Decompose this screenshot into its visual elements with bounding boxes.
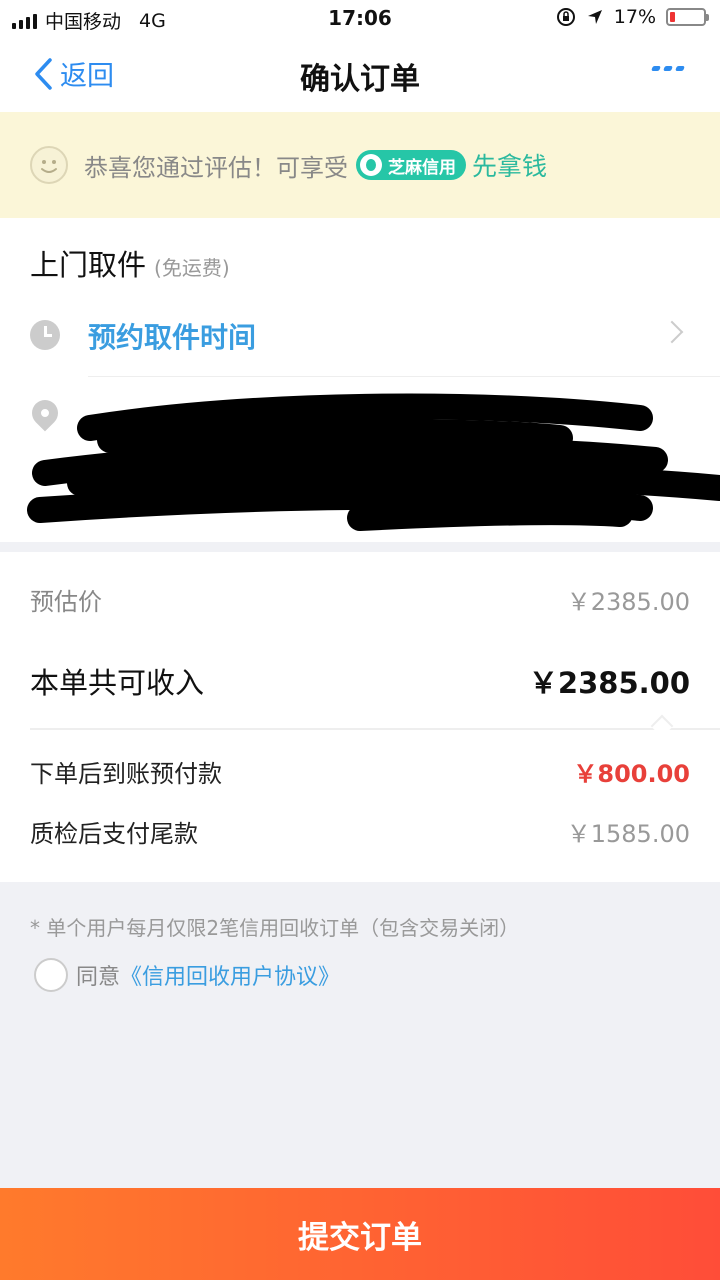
prepay-value: ￥800.00: [573, 760, 690, 788]
badge-label: 芝麻信用: [388, 157, 456, 178]
status-bar: 中国移动 4G 17:06 17%: [0, 0, 720, 36]
price-summary: 预估价 ￥2385.00 本单共可收入 ￥2385.00 下单后到账预付款 ￥8…: [0, 552, 720, 882]
limit-note: * 单个用户每月仅限2笔信用回收订单（包含交易关闭）: [30, 916, 520, 940]
battery-level: [670, 12, 676, 22]
pickup-title: 上门取件 (免运费): [30, 242, 230, 284]
smiley-icon: [30, 146, 68, 184]
balance-label: 质检后支付尾款: [30, 820, 198, 848]
pickup-section: 上门取件 (免运费) 预约取件时间 幢: [0, 218, 720, 542]
prepay-label: 下单后到账预付款: [30, 760, 222, 788]
divider-notch: [650, 714, 674, 738]
pickup-subtitle: (免运费): [154, 256, 230, 280]
submit-order-button[interactable]: 提交订单: [0, 1188, 720, 1280]
battery-percent: 17%: [613, 6, 656, 28]
rotation-lock-icon: [556, 8, 575, 26]
location-arrow-icon: [587, 10, 602, 24]
total-label: 本单共可收入: [30, 666, 205, 700]
nav-bar: 返回 确认订单: [0, 36, 720, 112]
banner-text: 恭喜您通过评估！可享受: [84, 153, 348, 182]
more-dots-icon[interactable]: [651, 66, 685, 71]
agree-checkbox[interactable]: [34, 958, 68, 992]
total-row: 本单共可收入 ￥2385.00: [30, 660, 690, 702]
zhima-logo-icon: [360, 154, 382, 176]
agreement-link[interactable]: 《信用回收用户协议》: [120, 959, 340, 991]
divider: [88, 376, 720, 377]
clock-icon: [30, 320, 60, 350]
pickup-time-row[interactable]: 预约取件时间: [0, 298, 720, 376]
redaction-scribble: [27, 393, 720, 531]
zhima-credit-badge: 芝麻信用: [356, 150, 466, 180]
credit-banner: 恭喜您通过评估！可享受 芝麻信用 先拿钱: [0, 112, 720, 218]
prepay-row: 下单后到账预付款 ￥800.00: [30, 754, 690, 789]
pickup-time-label: 预约取件时间: [88, 321, 257, 354]
estimate-label: 预估价: [30, 588, 102, 616]
chevron-right-icon: [660, 320, 684, 344]
divider: [30, 728, 720, 730]
status-right: 17%: [556, 6, 709, 28]
balance-row: 质检后支付尾款 ￥1585.00: [30, 814, 690, 849]
total-value: ￥2385.00: [528, 666, 690, 700]
agreement-row: 同意 《信用回收用户协议》: [34, 958, 340, 992]
pickup-title-text: 上门取件: [30, 248, 147, 282]
battery-icon: [666, 8, 709, 26]
pickup-address-row[interactable]: 幢: [0, 378, 720, 538]
balance-value: ￥1585.00: [566, 820, 690, 848]
get-money-first-link[interactable]: 先拿钱: [472, 147, 547, 183]
estimate-row: 预估价 ￥2385.00: [30, 582, 690, 617]
agree-label: 同意: [76, 965, 121, 990]
estimate-value: ￥2385.00: [566, 588, 690, 616]
page-title: 确认订单: [300, 62, 420, 97]
